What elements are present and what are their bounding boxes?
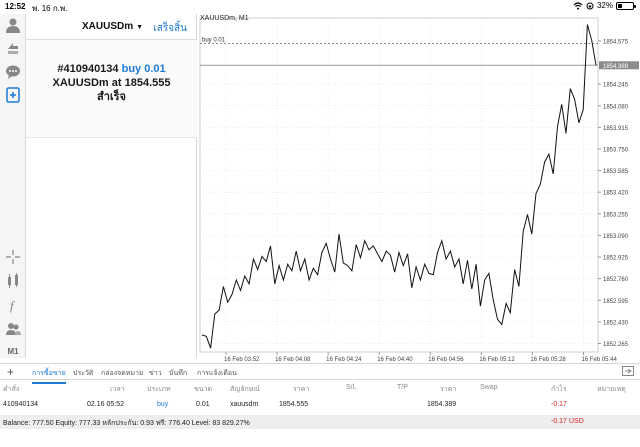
col-current-price: ราคา	[440, 386, 457, 393]
chevron-down-icon: ▼	[136, 24, 144, 31]
y-tick-label: 1854.575	[603, 39, 629, 45]
y-tick-label: 1854.080	[603, 104, 629, 110]
y-tick-label: 1853.585	[603, 169, 629, 175]
summary-text: Balance: 777.50 Equity: 777.33 หลักประกั…	[3, 420, 250, 427]
col-swap: Swap	[480, 384, 498, 391]
summary-profit: -0.17	[551, 418, 567, 425]
col-time: เวลา	[110, 386, 125, 393]
wifi-icon	[573, 1, 583, 10]
left-toolbar: f M1	[0, 14, 26, 358]
col-profit: กำไร	[551, 386, 567, 393]
battery-icon	[616, 1, 636, 10]
lock-rotation-icon	[586, 2, 594, 9]
bottom-tabbar: + การซื้อขาย ประวัติ กล่องจดหมาย ข่าว บั…	[0, 363, 640, 384]
tab-journal[interactable]: บันทึก	[169, 368, 187, 379]
positions-header: คำสั่ง เวลา ประเภท ขนาด สัญลักษณ์ ราคา S…	[0, 381, 640, 395]
battery-percent: 32%	[596, 1, 613, 10]
status-bar: 12:52 พ. 16 ก.พ. 32%	[0, 0, 640, 14]
chart-title: XAUUSDm, M1	[200, 15, 249, 22]
col-sl: S/L	[346, 384, 357, 391]
function-icon[interactable]: f	[4, 296, 22, 314]
row-current-price: 1854.389	[427, 401, 457, 408]
row-ticket: 410940134	[3, 401, 39, 408]
account-summary: Balance: 777.50 Equity: 777.33 หลักประกั…	[0, 415, 640, 429]
col-symbol: สัญลักษณ์	[230, 386, 260, 393]
price-chart[interactable]: 1854.575 1854.245 1854.080 1853.915 1853.750…	[198, 14, 640, 363]
row-open-price: 1854.555	[279, 401, 309, 408]
tab-alerts[interactable]: การแจ้งเตือน	[197, 368, 237, 379]
order-line-label: buy 0.01	[202, 38, 226, 44]
timeframe-icon[interactable]: M1	[4, 342, 22, 360]
clock: 12:52	[5, 2, 26, 11]
objects-icon[interactable]	[4, 319, 22, 337]
y-tick-label: 1854.245	[603, 83, 629, 89]
col-order: คำสั่ง	[3, 386, 20, 393]
add-icon[interactable]: +	[7, 365, 14, 379]
profile-icon[interactable]	[4, 16, 22, 34]
result-action: buy 0.01	[121, 63, 166, 75]
plot-frame	[199, 17, 599, 353]
row-size: 0.01	[196, 401, 210, 408]
y-tick-label: 1852.595	[603, 299, 629, 305]
symbol-selector[interactable]: XAUUSDm ▼	[82, 21, 143, 32]
y-tick-label: 1852.925	[603, 256, 629, 262]
tab-history[interactable]: ประวัติ	[73, 368, 93, 379]
status-indicators: 32%	[573, 1, 636, 10]
price-series-line	[201, 24, 597, 349]
y-tick-label: 1853.915	[603, 126, 629, 132]
y-tick-label: 1852.430	[603, 320, 629, 326]
panel-header: XAUUSDm ▼ เสร็จสิ้น	[26, 14, 197, 40]
table-row[interactable]: 410940134 02.16 05:52 buy 0.01 xauusdm 1…	[0, 398, 640, 412]
row-symbol: xauusdm	[230, 401, 259, 408]
order-result: #410940134 buy 0.01 XAUUSDm at 1854.555 …	[26, 40, 197, 138]
y-tick-label: 1853.255	[603, 212, 629, 218]
row-type: buy	[157, 401, 169, 408]
bid-price-label: 1854.389	[603, 64, 629, 70]
summary-currency: USD	[569, 418, 584, 425]
y-tick-label: 1852.265	[603, 342, 629, 348]
tab-trade[interactable]: การซื้อขาย	[32, 368, 66, 384]
row-profit: -0.17	[551, 401, 567, 408]
result-status: สำเร็จ	[96, 91, 126, 103]
result-price: 1854.555	[124, 77, 171, 89]
col-price: ราคา	[293, 386, 310, 393]
chart-canvas[interactable]: 1854.575 1854.245 1854.080 1853.915 1853.750…	[198, 14, 640, 363]
row-time: 02.16 05:52	[87, 401, 124, 408]
col-comment: หมายเหตุ	[597, 386, 626, 393]
tab-news[interactable]: ข่าว	[149, 368, 162, 379]
new-order-icon[interactable]	[4, 86, 22, 104]
svg-text:f: f	[10, 298, 16, 313]
expand-panel-icon[interactable]	[622, 366, 634, 378]
done-button[interactable]: เสร็จสิ้น	[153, 21, 187, 36]
indicators-icon[interactable]	[4, 272, 22, 290]
tab-mailbox[interactable]: กล่องจดหมาย	[101, 368, 143, 379]
y-tick-label: 1853.420	[603, 191, 629, 197]
chat-icon[interactable]	[4, 63, 22, 81]
crosshair-icon[interactable]	[4, 248, 22, 266]
symbol-label: XAUUSDm	[82, 21, 134, 32]
y-tick-label: 1852.760	[603, 277, 629, 283]
col-tp: T/P	[397, 384, 408, 391]
y-tick-label: 1853.090	[603, 234, 629, 240]
y-tick-label: 1853.750	[603, 147, 629, 153]
result-ticket-line: #410940134 buy 0.01	[26, 62, 197, 76]
order-panel: XAUUSDm ▼ เสร็จสิ้น #410940134 buy 0.01 X…	[26, 14, 197, 358]
col-type: ประเภท	[147, 386, 171, 393]
result-symbol-at: XAUUSDm at	[52, 77, 122, 89]
result-ticket: #410940134	[57, 63, 119, 75]
result-price-line: XAUUSDm at 1854.555	[26, 76, 197, 90]
trade-icon[interactable]	[4, 39, 22, 57]
col-size: ขนาด	[194, 386, 213, 393]
